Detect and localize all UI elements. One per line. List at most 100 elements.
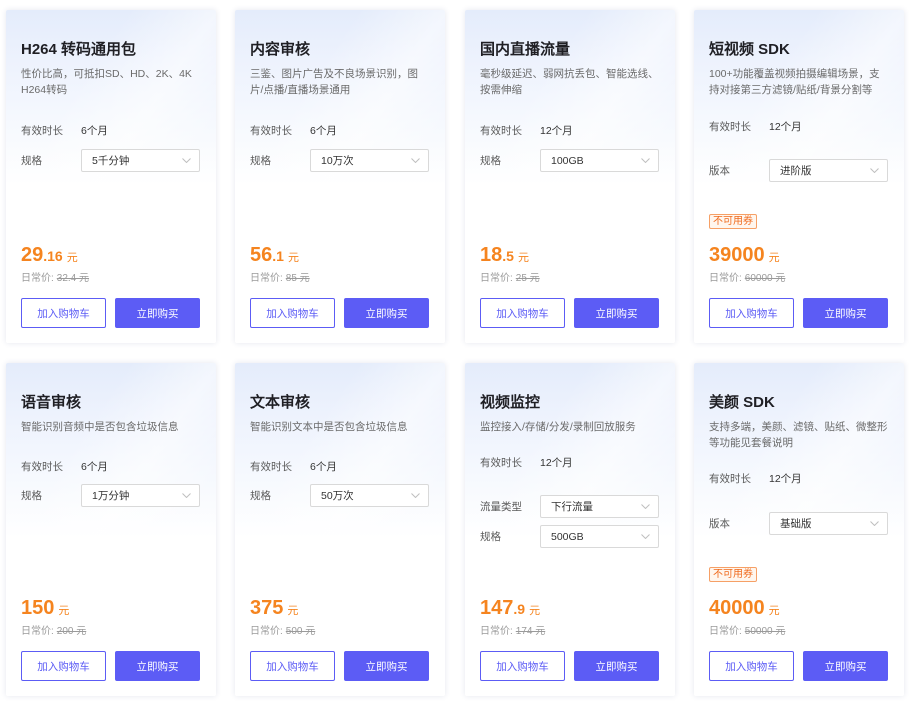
traffic-type-select-value: 下行流量 — [551, 501, 593, 513]
chevron-down-icon — [182, 493, 191, 498]
spec-select-value: 1万分钟 — [92, 490, 130, 502]
add-to-cart-button[interactable]: 加入购物车 — [250, 651, 335, 681]
price-integer: 375 — [250, 597, 284, 619]
description-line: 智能识别文本中是否包含垃圾信息 — [250, 421, 408, 433]
price-decimal: .5 — [502, 248, 514, 264]
version-label: 版本 — [709, 518, 730, 530]
duration-label: 有效时长 — [480, 125, 522, 137]
spec-select[interactable]: 500GB — [540, 525, 659, 548]
add-to-cart-button[interactable]: 加入购物车 — [21, 298, 106, 328]
chevron-down-icon-path — [182, 158, 191, 163]
buy-now-button[interactable]: 立即购买 — [574, 651, 659, 681]
product-description: 智能识别音频中是否包含垃圾信息 — [21, 419, 179, 435]
regular-price-value: 174 元 — [515, 626, 546, 637]
spec-select[interactable]: 50万次 — [310, 484, 429, 507]
spec-select[interactable]: 1万分钟 — [81, 484, 200, 507]
chevron-down-icon-path — [641, 534, 650, 539]
add-to-cart-button[interactable]: 加入购物车 — [709, 298, 794, 328]
regular-price-value: 60000 元 — [744, 273, 786, 284]
regular-price-label: 日常价: — [480, 626, 513, 637]
regular-price: 日常价: 50000 元 — [709, 625, 785, 639]
chevron-down-icon-path — [411, 158, 420, 163]
price: 375 元 — [250, 595, 298, 621]
duration-row: 有效时长 6个月 — [250, 119, 430, 142]
product-card: 内容审核 三鉴、图片广告及不良场景识别，图 片/点播/直播场景通用 有效时长 6… — [235, 10, 445, 343]
duration-value: 6个月 — [81, 461, 108, 473]
chevron-down-icon — [870, 168, 879, 173]
add-to-cart-button[interactable]: 加入购物车 — [250, 298, 335, 328]
product-title: 内容审核 — [250, 41, 311, 58]
version-row: 版本 基础版 — [709, 512, 889, 535]
description-line: 片/点播/直播场景通用 — [250, 84, 351, 96]
buy-now-button[interactable]: 立即购买 — [574, 298, 659, 328]
version-label: 版本 — [709, 165, 730, 177]
duration-value: 12个月 — [769, 121, 802, 133]
price-unit: 元 — [768, 252, 780, 264]
product-title: 短视频 SDK — [709, 41, 790, 58]
duration-row: 有效时长 6个月 — [250, 455, 430, 478]
chevron-down-icon-path — [870, 168, 879, 173]
buy-now-button[interactable]: 立即购买 — [344, 298, 429, 328]
description-line: H264转码 — [21, 84, 68, 96]
chevron-down-icon-path — [182, 493, 191, 498]
product-description: 监控接入/存储/分发/录制回放服务 — [480, 419, 636, 435]
spec-select[interactable]: 100GB — [540, 149, 659, 172]
price: 40000 元 — [709, 595, 780, 621]
spec-select[interactable]: 10万次 — [310, 149, 429, 172]
regular-price: 日常价: 32.4 元 — [21, 272, 89, 286]
chevron-down-icon-path — [641, 504, 650, 509]
regular-price: 日常价: 25 元 — [480, 272, 540, 286]
version-select-value: 基础版 — [780, 518, 812, 530]
traffic-type-label: 流量类型 — [480, 501, 522, 513]
spec-select[interactable]: 5千分钟 — [81, 149, 200, 172]
description-line: 按需伸缩 — [480, 84, 522, 96]
duration-label: 有效时长 — [709, 121, 751, 133]
buy-now-button[interactable]: 立即购买 — [115, 651, 200, 681]
version-select[interactable]: 基础版 — [769, 512, 888, 535]
chevron-down-icon — [870, 521, 879, 526]
spec-row: 规格 100GB — [480, 149, 660, 172]
regular-price-value: 50000 元 — [744, 626, 786, 637]
spec-label: 规格 — [250, 155, 271, 167]
version-select[interactable]: 进阶版 — [769, 159, 888, 182]
spec-select-value: 50万次 — [321, 490, 354, 502]
regular-price: 日常价: 200 元 — [21, 625, 86, 639]
chevron-down-icon — [641, 534, 650, 539]
price: 18.5 元 — [480, 242, 529, 268]
add-to-cart-button[interactable]: 加入购物车 — [480, 298, 565, 328]
chevron-down-icon-path — [411, 493, 420, 498]
chevron-down-icon-path — [641, 158, 650, 163]
chevron-down-icon-path — [870, 521, 879, 526]
add-to-cart-button[interactable]: 加入购物车 — [709, 651, 794, 681]
duration-row: 有效时长 6个月 — [21, 119, 201, 142]
duration-label: 有效时长 — [709, 473, 751, 485]
product-card: H264 转码通用包 性价比高，可抵扣SD、HD、2K、4K H264转码 有效… — [6, 10, 216, 343]
regular-price: 日常价: 60000 元 — [709, 272, 785, 286]
add-to-cart-button[interactable]: 加入购物车 — [480, 651, 565, 681]
duration-label: 有效时长 — [21, 125, 63, 137]
traffic-type-select[interactable]: 下行流量 — [540, 495, 659, 518]
description-line: 三鉴、图片广告及不良场景识别，图 — [250, 68, 418, 80]
price-integer: 40000 — [709, 597, 765, 619]
chevron-down-icon — [641, 158, 650, 163]
price: 150 元 — [21, 595, 69, 621]
spec-select-value: 5千分钟 — [92, 155, 130, 167]
regular-price-label: 日常价: — [480, 273, 513, 284]
price: 39000 元 — [709, 242, 780, 268]
buy-now-button[interactable]: 立即购买 — [344, 651, 429, 681]
buy-now-button[interactable]: 立即购买 — [803, 298, 888, 328]
description-line: 智能识别音频中是否包含垃圾信息 — [21, 421, 179, 433]
product-card: 文本审核 智能识别文本中是否包含垃圾信息 有效时长 6个月 规格 50万次 37… — [235, 363, 445, 696]
product-card: 语音审核 智能识别音频中是否包含垃圾信息 有效时长 6个月 规格 1万分钟 15… — [6, 363, 216, 696]
duration-value: 12个月 — [540, 457, 573, 469]
chevron-down-icon — [641, 504, 650, 509]
product-card: 美颜 SDK 支持多端，美颜、滤镜、贴纸、微整形 等功能见套餐说明 有效时长 1… — [694, 363, 904, 696]
price-integer: 147 — [480, 597, 514, 619]
spec-label: 规格 — [21, 155, 42, 167]
product-title: H264 转码通用包 — [21, 41, 137, 58]
buy-now-button[interactable]: 立即购买 — [803, 651, 888, 681]
add-to-cart-button[interactable]: 加入购物车 — [21, 651, 106, 681]
coupon-unavailable-badge: 不可用券 — [709, 567, 757, 582]
traffic-type-row: 流量类型 下行流量 — [480, 495, 660, 518]
buy-now-button[interactable]: 立即购买 — [115, 298, 200, 328]
